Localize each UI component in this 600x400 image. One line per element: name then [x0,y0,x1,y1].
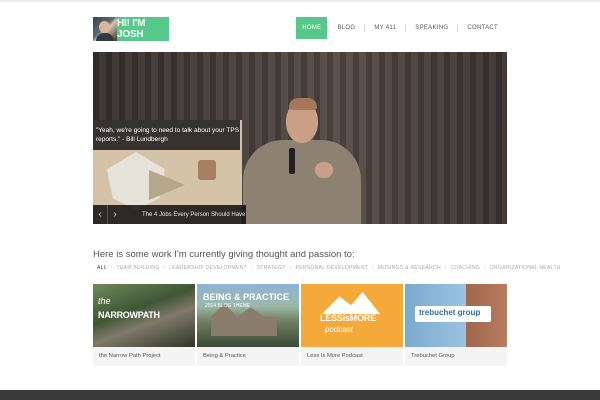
thumbnail-text: LESSisMORE [320,313,377,323]
previous-slide-icon[interactable]: ‹ [93,205,108,224]
project-thumbnail[interactable]: BEING & PRACTICE 2014 BLOG THEME [197,284,299,347]
project-label[interactable]: Being & Practice [197,347,299,366]
filter-team-building[interactable]: TEAM BUILDING [117,265,160,271]
project-card-less-is-more[interactable]: LESSisMORE podcast Less Is More Podcast [301,284,403,366]
speaker-hair [289,98,317,110]
thumbnail-text: trebuchet group [419,308,481,317]
trebuchet-logo: trebuchet group [415,306,491,322]
main-nav: HOME BLOG MY 411 SPEAKING CONTACT [296,17,507,39]
thumbnail-text: 2014 BLOG THEME [205,303,251,309]
project-label[interactable]: Trebuchet Group [405,347,507,366]
filter-divider: / [289,265,292,271]
filter-personal-development[interactable]: PERSONAL DEVELOPMENT [295,265,368,271]
nav-item-my-411[interactable]: MY 411 [365,17,405,39]
cup-image [198,160,216,180]
speaker-hand [315,162,333,178]
project-thumbnail[interactable]: the NARROWPATH [93,284,195,347]
mountain-logo-icon [322,292,380,314]
project-thumbnail[interactable]: trebuchet group [405,284,507,347]
filter-divider: / [250,265,253,271]
site-logo[interactable]: HI! I'M JOSH [93,17,169,41]
speaker-image [243,140,361,224]
origami-shadow [149,170,185,200]
filter-divider: / [372,265,374,271]
logo-wordmark: HI! I'M JOSH [117,17,169,41]
site-footer [0,390,600,400]
filter-coaching[interactable]: COACHING [450,265,480,271]
filter-leadership-development[interactable]: LEADERSHIP DEVELOPMENT [169,265,247,271]
thumbnail-text: NARROWPATH [98,310,160,320]
project-card-being-practice[interactable]: BEING & PRACTICE 2014 BLOG THEME Being &… [197,284,299,366]
filter-strategy[interactable]: STRATEGY [257,265,286,271]
filter-all[interactable]: ALL [97,265,107,271]
hero-slider[interactable]: "Yeah, we're going to need to talk about… [93,52,507,224]
slide-title[interactable]: The 4 Jobs Every Person Should Have [122,212,245,218]
thumbnail-text: BEING & PRACTICE [203,292,290,302]
filter-organizational-health[interactable]: ORGANIZATIONAL HEALTH [490,265,561,271]
project-grid: the NARROWPATH the Narrow Path Project B… [93,284,507,366]
nav-item-contact[interactable]: CONTACT [458,17,507,39]
microphone [289,148,295,174]
avatar [93,17,117,41]
work-section-heading: Here is some work I'm currently giving t… [93,249,355,260]
slide-caption-bar: ‹ › The 4 Jobs Every Person Should Have [93,205,246,224]
filter-divider: / [444,265,447,271]
project-card-narrow-path[interactable]: the NARROWPATH the Narrow Path Project [93,284,195,366]
project-label[interactable]: Less Is More Podcast [301,347,403,366]
thumbnail-text: podcast [325,325,354,334]
nav-item-home[interactable]: HOME [296,17,328,39]
quote-text: "Yeah, we're going to need to talk about… [93,120,240,150]
filter-musings-research[interactable]: MUSINGS & RESEARCH [378,265,441,271]
thumbnail-text: the [98,296,111,306]
nav-item-blog[interactable]: BLOG [328,17,364,39]
project-thumbnail[interactable]: LESSisMORE podcast [301,284,403,347]
filter-divider: / [163,265,166,271]
filter-divider: / [110,265,113,271]
next-slide-icon[interactable]: › [108,205,122,224]
site-header: HI! I'M JOSH HOME BLOG MY 411 SPEAKING C… [93,12,507,42]
work-filter-list: ALL / TEAM BUILDING / LEADERSHIP DEVELOP… [97,265,561,271]
top-border [0,0,600,2]
nav-item-speaking[interactable]: SPEAKING [406,17,457,39]
project-label[interactable]: the Narrow Path Project [93,347,195,366]
project-card-trebuchet-group[interactable]: trebuchet group Trebuchet Group [405,284,507,366]
filter-divider: / [484,265,486,271]
